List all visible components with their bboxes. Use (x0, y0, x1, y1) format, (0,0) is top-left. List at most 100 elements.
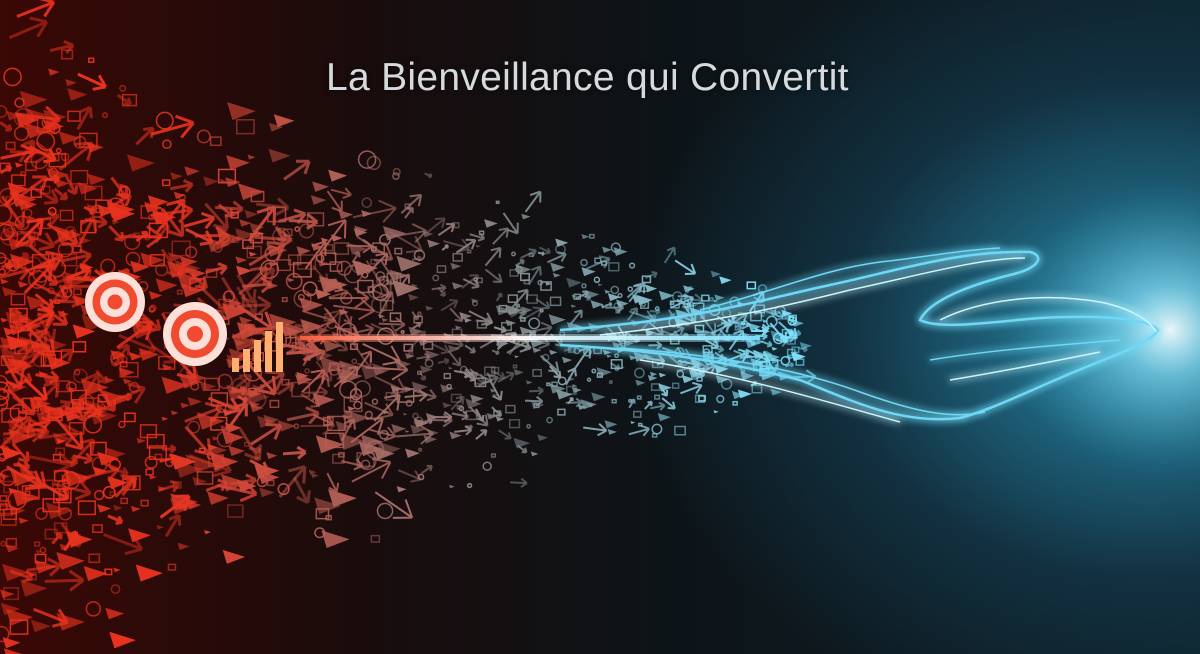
shard (2, 563, 30, 582)
shard (563, 346, 573, 352)
shard (227, 504, 244, 518)
shard (526, 423, 532, 429)
shard (449, 307, 464, 323)
shard (561, 356, 573, 364)
shard (225, 177, 241, 188)
shard (67, 88, 88, 101)
shard (149, 304, 157, 312)
target-icon (107, 294, 123, 310)
shard (405, 430, 410, 433)
shard (119, 84, 127, 92)
shard (361, 197, 373, 208)
shard (341, 308, 353, 325)
shard (421, 464, 433, 474)
shard (425, 305, 434, 311)
shard (442, 402, 452, 409)
shard (586, 377, 592, 382)
shard (101, 112, 108, 119)
bar-chart-icon (276, 322, 283, 372)
shard (566, 277, 582, 288)
shard (269, 399, 280, 408)
shard (17, 281, 29, 288)
shard (746, 281, 757, 290)
shard (394, 247, 403, 255)
shard (466, 249, 472, 254)
shard (634, 367, 645, 379)
shard (557, 408, 566, 416)
shard (0, 317, 9, 323)
shard (0, 104, 8, 118)
shard (486, 412, 498, 420)
shard (209, 136, 222, 147)
shard (601, 260, 607, 266)
shard (448, 366, 453, 370)
shard (492, 227, 510, 245)
shard (608, 380, 613, 385)
shard (593, 276, 601, 284)
shard (70, 169, 89, 185)
shard (321, 530, 350, 549)
shard (628, 424, 650, 437)
shard (235, 256, 248, 264)
shard (73, 288, 82, 296)
shard (580, 258, 588, 267)
shard (681, 360, 688, 367)
shard (571, 386, 582, 394)
shard (294, 226, 301, 232)
shard (236, 274, 257, 305)
shard (16, 0, 56, 18)
shard (376, 502, 394, 520)
shard (649, 371, 658, 377)
shard (581, 234, 590, 240)
shard (606, 354, 612, 358)
shard (5, 141, 16, 150)
shard (113, 504, 123, 511)
shard (451, 282, 464, 290)
bar-chart-icon (254, 340, 261, 372)
shard (471, 300, 478, 307)
shard (751, 384, 763, 394)
shard (353, 400, 363, 410)
shard (669, 300, 675, 305)
shard (537, 251, 545, 256)
shard (417, 311, 422, 316)
shard (570, 304, 577, 308)
shard (654, 394, 661, 400)
shard (475, 429, 488, 440)
shard (352, 199, 397, 223)
shard (677, 293, 689, 300)
shard (97, 504, 112, 513)
shard (1, 446, 23, 460)
shard (716, 394, 725, 404)
shard (574, 346, 591, 370)
shard (3, 648, 22, 654)
shard (604, 420, 618, 429)
shard (48, 68, 60, 76)
shard (312, 181, 329, 192)
shard (636, 395, 642, 400)
shard (426, 217, 446, 234)
shard (392, 172, 400, 181)
shard (628, 262, 636, 269)
shard (517, 444, 528, 454)
shard (795, 358, 805, 366)
shard (10, 174, 26, 187)
shard (400, 329, 405, 335)
shard (87, 173, 106, 186)
shard (714, 294, 725, 301)
shard (88, 553, 101, 564)
shard (116, 93, 132, 106)
shard (381, 317, 389, 322)
shard (196, 129, 211, 144)
shard (427, 429, 439, 437)
shard (370, 258, 378, 265)
shard (651, 432, 658, 438)
shard (771, 346, 778, 351)
shard (596, 367, 612, 377)
shard (155, 278, 178, 293)
shard (100, 258, 116, 274)
shard (602, 349, 612, 355)
shard (170, 172, 183, 181)
shard (452, 253, 463, 262)
shard (405, 448, 420, 458)
